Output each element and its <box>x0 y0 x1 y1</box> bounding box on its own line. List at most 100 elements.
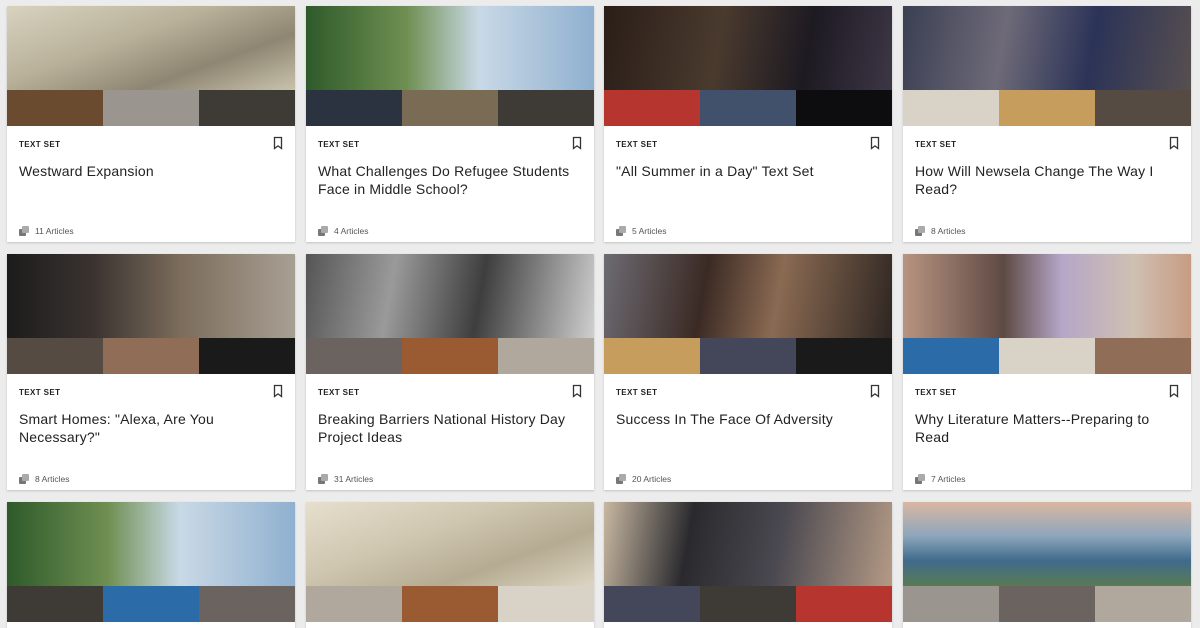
article-count-label: 7 Articles <box>931 474 966 484</box>
bookmark-icon[interactable] <box>271 136 285 150</box>
card-thumbnail <box>999 338 1095 374</box>
card-thumbnail <box>7 90 103 126</box>
card-thumbnail-strip <box>306 90 594 126</box>
card-image-collage[interactable] <box>604 6 892 126</box>
articles-stack-icon <box>19 474 29 484</box>
card-thumbnail <box>999 586 1095 622</box>
card-image-collage[interactable] <box>7 254 295 374</box>
card-thumbnail <box>103 338 199 374</box>
bookmark-icon[interactable] <box>570 136 584 150</box>
card-hero-image <box>903 502 1191 586</box>
articles-stack-icon <box>318 226 328 236</box>
article-count: 7 Articles <box>915 474 966 484</box>
card-type-label: TEXT SET <box>616 388 658 397</box>
card-hero-image <box>7 6 295 90</box>
card-image-collage[interactable] <box>604 254 892 374</box>
card-title[interactable]: Westward Expansion <box>19 162 283 180</box>
card-thumbnail <box>498 586 594 622</box>
bookmark-icon[interactable] <box>1167 136 1181 150</box>
text-set-card[interactable] <box>306 502 594 628</box>
card-thumbnail-strip <box>903 90 1191 126</box>
card-hero-image <box>903 6 1191 90</box>
card-image-collage[interactable] <box>306 6 594 126</box>
card-image-collage[interactable] <box>604 502 892 622</box>
card-thumbnail <box>498 338 594 374</box>
text-set-card[interactable]: TEXT SET Westward Expansion 11 Articles <box>7 6 295 242</box>
card-thumbnail <box>700 338 796 374</box>
card-image-collage[interactable] <box>306 254 594 374</box>
text-set-card[interactable]: TEXT SET "All Summer in a Day" Text Set … <box>604 6 892 242</box>
card-type-label: TEXT SET <box>19 388 61 397</box>
card-thumbnail <box>700 586 796 622</box>
bookmark-icon[interactable] <box>271 384 285 398</box>
card-meta: TEXT SET Success In The Face Of Adversit… <box>604 374 892 490</box>
card-type-label: TEXT SET <box>915 140 957 149</box>
card-hero-image <box>604 502 892 586</box>
text-set-card[interactable]: TEXT SET How Will Newsela Change The Way… <box>903 6 1191 242</box>
card-meta: TEXT SET What Challenges Do Refugee Stud… <box>306 126 594 242</box>
article-count: 20 Articles <box>616 474 671 484</box>
card-thumbnail-strip <box>7 586 295 622</box>
bookmark-icon[interactable] <box>570 384 584 398</box>
text-set-card[interactable] <box>604 502 892 628</box>
text-set-card[interactable]: TEXT SET Why Literature Matters--Prepari… <box>903 254 1191 490</box>
card-thumbnail <box>498 90 594 126</box>
card-image-collage[interactable] <box>7 6 295 126</box>
card-thumbnail-strip <box>604 586 892 622</box>
card-thumbnail <box>402 90 498 126</box>
card-meta: TEXT SET Smart Homes: "Alexa, Are You Ne… <box>7 374 295 490</box>
card-title[interactable]: How Will Newsela Change The Way I Read? <box>915 162 1179 198</box>
card-thumbnail <box>903 338 999 374</box>
text-set-card[interactable]: TEXT SET What Challenges Do Refugee Stud… <box>306 6 594 242</box>
card-thumbnail <box>796 586 892 622</box>
card-image-collage[interactable] <box>306 502 594 622</box>
card-thumbnail <box>1095 338 1191 374</box>
card-hero-image <box>7 254 295 338</box>
article-count-label: 8 Articles <box>35 474 70 484</box>
article-count: 5 Articles <box>616 226 667 236</box>
card-title[interactable]: Smart Homes: "Alexa, Are You Necessary?" <box>19 410 283 446</box>
card-thumbnail <box>306 338 402 374</box>
card-hero-image <box>306 254 594 338</box>
bookmark-icon[interactable] <box>868 384 882 398</box>
text-set-card[interactable] <box>903 502 1191 628</box>
card-thumbnail <box>604 586 700 622</box>
text-set-card[interactable] <box>7 502 295 628</box>
card-hero-image <box>604 254 892 338</box>
text-set-card[interactable]: TEXT SET Success In The Face Of Adversit… <box>604 254 892 490</box>
card-image-collage[interactable] <box>903 6 1191 126</box>
text-set-card[interactable]: TEXT SET Breaking Barriers National Hist… <box>306 254 594 490</box>
card-thumbnail <box>1095 586 1191 622</box>
card-thumbnail <box>199 90 295 126</box>
card-thumbnail-strip <box>7 338 295 374</box>
card-meta: TEXT SET Westward Expansion 11 Articles <box>7 126 295 242</box>
card-hero-image <box>306 502 594 586</box>
card-thumbnail <box>103 90 199 126</box>
text-set-card[interactable]: TEXT SET Smart Homes: "Alexa, Are You Ne… <box>7 254 295 490</box>
bookmark-icon[interactable] <box>1167 384 1181 398</box>
card-thumbnail-strip <box>903 586 1191 622</box>
article-count: 11 Articles <box>19 226 74 236</box>
card-image-collage[interactable] <box>7 502 295 622</box>
card-type-label: TEXT SET <box>318 388 360 397</box>
card-thumbnail-strip <box>903 338 1191 374</box>
article-count-label: 31 Articles <box>334 474 374 484</box>
card-meta: TEXT SET How Will Newsela Change The Way… <box>903 126 1191 242</box>
card-thumbnail <box>604 90 700 126</box>
card-thumbnail <box>306 586 402 622</box>
article-count: 4 Articles <box>318 226 369 236</box>
card-thumbnail <box>796 338 892 374</box>
card-type-label: TEXT SET <box>616 140 658 149</box>
card-meta: TEXT SET Why Literature Matters--Prepari… <box>903 374 1191 490</box>
articles-stack-icon <box>915 474 925 484</box>
card-title[interactable]: Why Literature Matters--Preparing to Rea… <box>915 410 1179 446</box>
card-image-collage[interactable] <box>903 254 1191 374</box>
article-count-label: 5 Articles <box>632 226 667 236</box>
card-hero-image <box>604 6 892 90</box>
card-title[interactable]: "All Summer in a Day" Text Set <box>616 162 880 180</box>
card-image-collage[interactable] <box>903 502 1191 622</box>
card-title[interactable]: Success In The Face Of Adversity <box>616 410 880 428</box>
card-title[interactable]: Breaking Barriers National History Day P… <box>318 410 582 446</box>
bookmark-icon[interactable] <box>868 136 882 150</box>
card-title[interactable]: What Challenges Do Refugee Students Face… <box>318 162 582 198</box>
